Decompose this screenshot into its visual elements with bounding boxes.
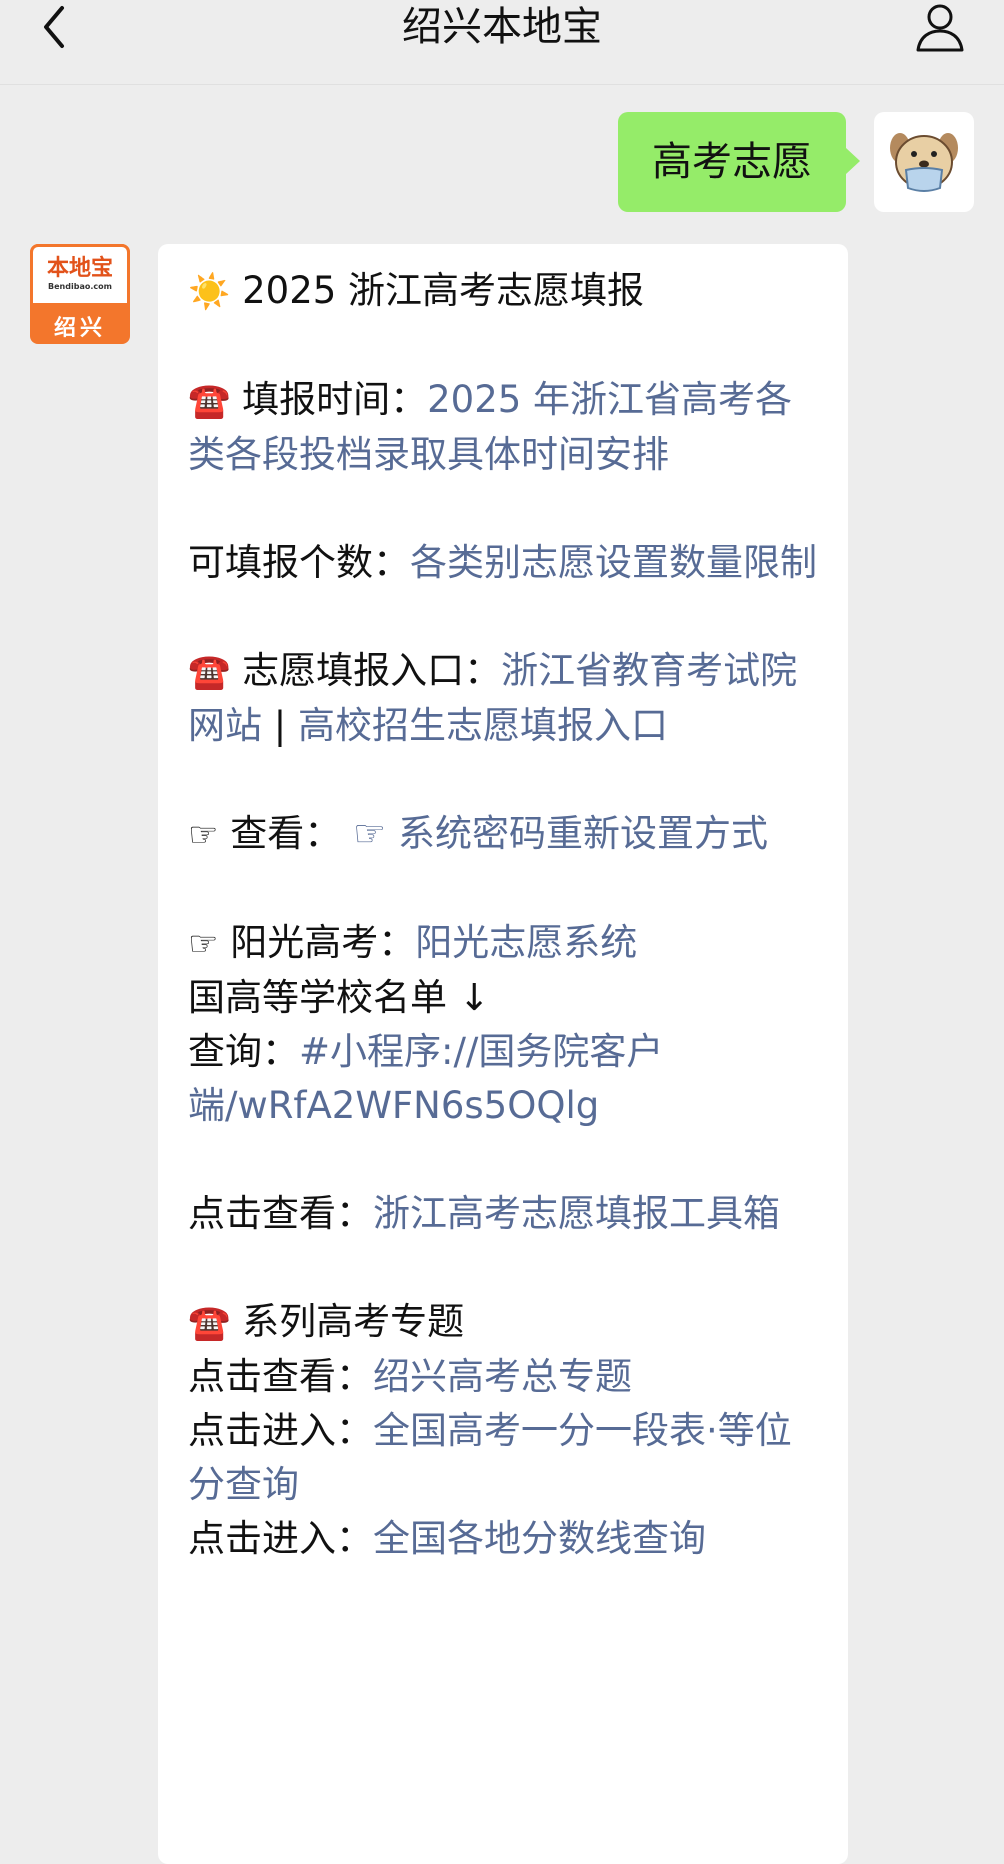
message-heading: ☀️ 2025 浙江高考志愿填报 [188,264,818,319]
series-line-2: 点击进入：全国高考一分一段表·等位分查询 [188,1404,818,1512]
shaoxing-topic-link[interactable]: 绍兴高考总专题 [373,1355,632,1398]
entry-label: 志愿填报入口： [242,649,502,692]
fill-time-paragraph: ☎️ 填报时间：2025 年浙江省高考各类各段投档录取具体时间安排 [188,373,818,482]
user-avatar[interactable] [874,112,974,212]
outgoing-message-bubble[interactable]: 高考志愿 [618,112,860,212]
page-title: 绍兴本地宝 [402,4,602,50]
toolbox-link[interactable]: 浙江高考志愿填报工具箱 [373,1192,780,1235]
bendibao-avatar[interactable]: 本地宝 Bendibao.com 绍兴 [30,244,130,344]
fill-count-link[interactable]: 各类别志愿设置数量限制 [410,541,817,584]
fill-count-label: 可填报个数： [188,541,410,584]
series-heading: ☎️ 系列高考专题 [188,1295,818,1350]
series-label-3: 点击进入： [188,1517,373,1560]
entry-separator: | [262,704,298,747]
score-line-link[interactable]: 全国各地分数线查询 [373,1517,706,1560]
sunshine-paragraph: ☞ 阳光高考：阳光志愿系统 [188,916,818,971]
query-line: 查询：#小程序://国务院客户端/wRfA2WFN6s5OQlg [188,1025,818,1133]
avatar-logo-text: 本地宝 [46,255,113,281]
pointing-hand-icon: ☞ [353,812,387,855]
top-bar: 绍兴本地宝 [0,0,1004,85]
toolbox-label: 点击查看： [188,1192,373,1235]
series-label-2: 点击进入： [188,1409,373,1452]
telephone-icon: ☎️ [188,1303,231,1343]
pointing-hand-icon: ☞ [188,815,219,855]
view-label: 查看： [230,812,342,855]
pointing-hand-icon: ☞ [188,924,219,964]
avatar-city-text: 绍兴 [53,316,106,341]
toolbox-paragraph: 点击查看：浙江高考志愿填报工具箱 [188,1187,818,1241]
outgoing-message-row: 高考志愿 [0,112,1004,212]
person-icon [916,4,964,52]
profile-button[interactable] [912,0,968,56]
view-paragraph: ☞ 查看： ☞ 系统密码重新设置方式 [188,807,818,862]
sunshine-system-link[interactable]: 阳光志愿系统 [415,921,637,964]
sun-icon: ☀️ [188,272,231,312]
fill-time-label: 填报时间： [242,378,428,421]
password-reset-link[interactable]: 系统密码重新设置方式 [398,812,768,855]
series-line-1: 点击查看：绍兴高考总专题 [188,1350,818,1404]
volunteer-entry-link[interactable]: 高校招生志愿填报入口 [298,704,668,747]
sunshine-label: 阳光高考： [230,921,416,964]
series-label-1: 点击查看： [188,1355,373,1398]
entry-paragraph: ☎️ 志愿填报入口：浙江省教育考试院网站 | 高校招生志愿填报入口 [188,644,818,753]
incoming-message-bubble: ☀️ 2025 浙江高考志愿填报 ☎️ 填报时间：2025 年浙江省高考各类各段… [158,244,848,1864]
fill-count-paragraph: 可填报个数：各类别志愿设置数量限制 [188,536,818,590]
dog-avatar-icon [890,133,958,192]
query-label: 查询： [188,1030,299,1073]
series-heading-text: 系列高考专题 [242,1300,465,1343]
college-list-line: 国高等学校名单 ↓ [188,976,490,1019]
avatar-site-text: Bendibao.com [48,282,112,291]
telephone-icon: ☎️ [188,381,231,421]
series-line-3: 点击进入：全国各地分数线查询 [188,1512,818,1566]
heading-text: 2025 浙江高考志愿填报 [242,269,645,312]
telephone-icon: ☎️ [188,652,231,692]
